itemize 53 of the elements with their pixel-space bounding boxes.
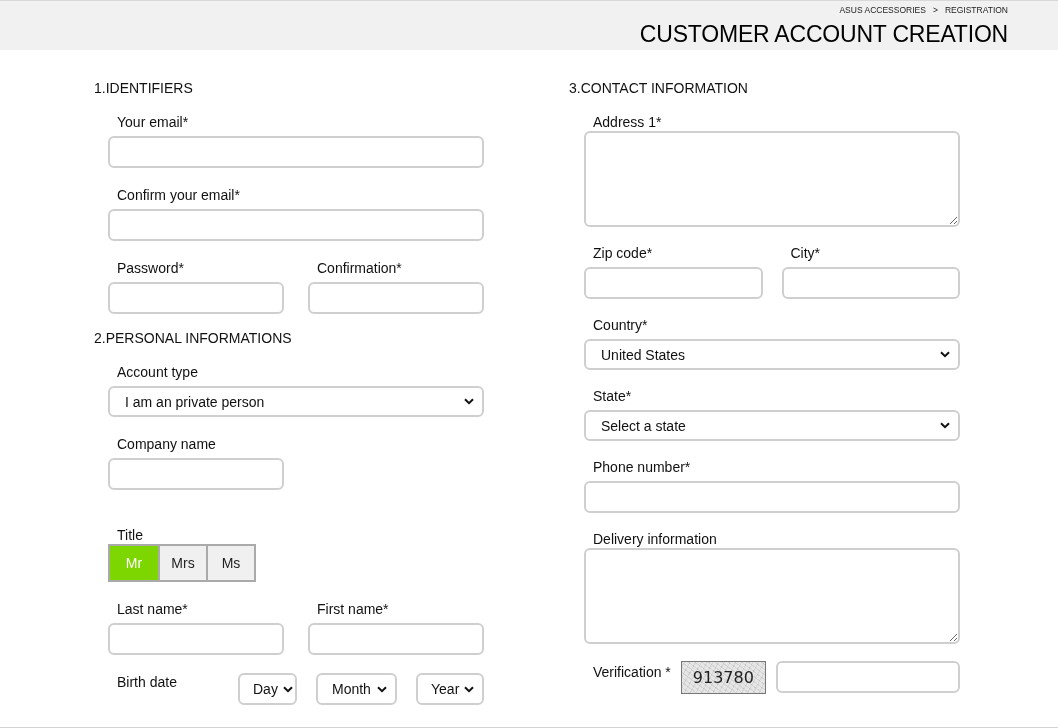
field-label: Address 1* bbox=[592, 113, 662, 131]
field-label: Your email* bbox=[116, 113, 189, 131]
section-heading: 3.CONTACT INFORMATION bbox=[569, 79, 748, 97]
date-dropdown[interactable]: Day bbox=[238, 673, 297, 705]
page-title: CUSTOMER ACCOUNT CREATION bbox=[639, 20, 1008, 48]
field-label: Birth date bbox=[116, 673, 177, 691]
chevron-down-icon bbox=[282, 685, 293, 693]
field-label: Verification * bbox=[592, 663, 671, 681]
dropdown-select[interactable]: Select a state bbox=[584, 410, 960, 441]
section-heading: 2.PERSONAL INFORMATIONS bbox=[94, 329, 292, 347]
text-field[interactable] bbox=[781, 267, 960, 299]
text-field[interactable] bbox=[108, 136, 484, 168]
field-label: Account type bbox=[116, 363, 198, 381]
captcha-image: 913780 bbox=[680, 661, 766, 694]
dropdown-select[interactable]: I am an private person bbox=[108, 386, 484, 417]
field-label: Password* bbox=[116, 259, 184, 277]
breadcrumb-separator: > bbox=[932, 5, 938, 16]
field-label: First name* bbox=[316, 600, 389, 618]
breadcrumb-current-page: REGISTRATION bbox=[944, 5, 1008, 16]
textarea-field[interactable] bbox=[584, 548, 960, 644]
field-label: Confirm your email* bbox=[116, 186, 240, 204]
text-field[interactable] bbox=[108, 623, 284, 655]
text-field[interactable] bbox=[308, 623, 484, 655]
text-field[interactable] bbox=[584, 481, 960, 513]
captcha-field[interactable] bbox=[775, 661, 960, 693]
field-label: City* bbox=[789, 244, 821, 262]
field-label: Company name bbox=[116, 435, 216, 453]
breadcrumb-link[interactable]: ASUS ACCESSORIES bbox=[839, 5, 926, 16]
text-field[interactable] bbox=[584, 267, 763, 299]
dropdown-select[interactable]: United States bbox=[584, 339, 960, 370]
field-label: Delivery information bbox=[592, 530, 717, 548]
field-label: Country* bbox=[592, 316, 648, 334]
title-option-button[interactable]: Mrs bbox=[158, 546, 206, 580]
text-field[interactable] bbox=[108, 209, 484, 241]
section-heading: 1.IDENTIFIERS bbox=[94, 79, 193, 97]
chevron-down-icon bbox=[377, 685, 387, 693]
field-label: Confirmation* bbox=[316, 259, 402, 277]
title-option-button[interactable]: Ms bbox=[206, 546, 254, 580]
textarea-field[interactable] bbox=[584, 131, 960, 227]
chevron-down-icon bbox=[940, 422, 950, 429]
field-label: Title bbox=[116, 526, 143, 544]
field-label: Phone number* bbox=[592, 458, 691, 476]
chevron-down-icon bbox=[464, 685, 475, 693]
field-label: Last name* bbox=[116, 600, 188, 618]
text-field[interactable] bbox=[108, 458, 284, 490]
text-field[interactable] bbox=[108, 282, 284, 314]
text-field[interactable] bbox=[308, 282, 484, 314]
date-dropdown[interactable]: Year bbox=[416, 673, 484, 705]
chevron-down-icon bbox=[940, 351, 950, 358]
date-dropdown[interactable]: Month bbox=[316, 673, 397, 705]
field-label: State* bbox=[592, 387, 632, 405]
field-label: Zip code* bbox=[592, 244, 653, 262]
chevron-down-icon bbox=[464, 398, 474, 405]
